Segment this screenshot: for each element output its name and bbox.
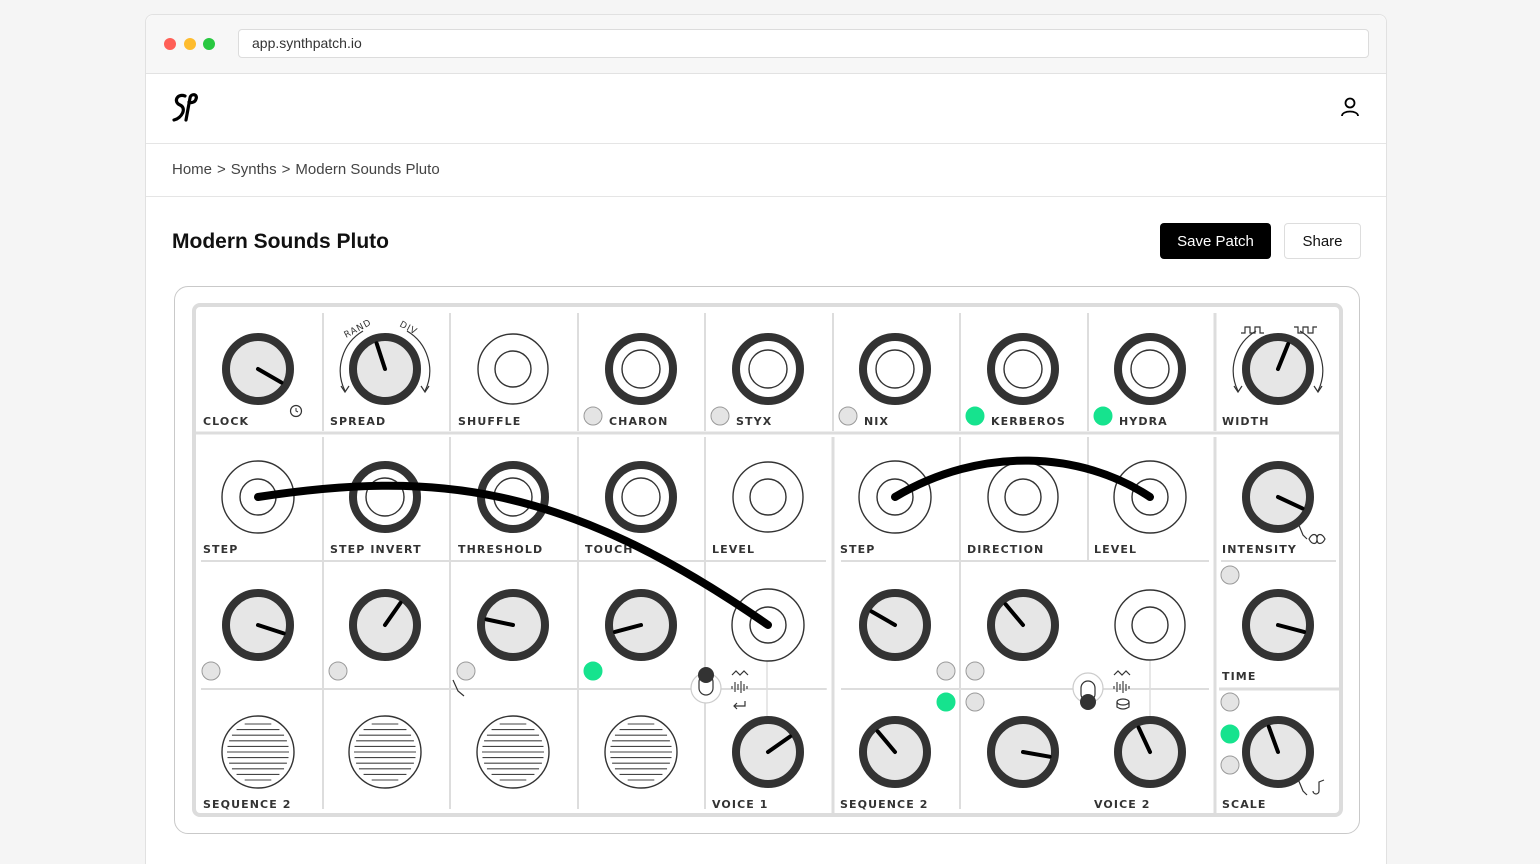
ring-inner [1130,349,1170,389]
step-a-label: STEP [203,543,238,556]
hydra-toggle[interactable] [1093,406,1113,426]
switch-handle[interactable] [698,667,714,683]
charon-label: CHARON [609,415,668,428]
breadcrumb-current: Modern Sounds Pluto [295,161,440,178]
mod-toggle-1[interactable] [201,661,221,681]
browser-window: app.synthpatch.io Home > Synths > Modern Sou… [145,14,1387,864]
scale-toggle-1[interactable] [1220,692,1240,712]
close-window-button[interactable] [164,38,176,50]
breadcrumb-home[interactable]: Home [172,161,212,178]
sequence-a-label: SEQUENCE 2 [203,798,292,811]
shuffle-label: SHUFFLE [458,415,521,428]
styx-label: STYX [736,415,772,428]
direction-label: DIRECTION [967,543,1044,556]
scale-toggle-2[interactable] [1220,724,1240,744]
charon-toggle[interactable] [583,406,603,426]
mod-toggle-3[interactable] [456,661,476,681]
divider [146,196,1386,197]
breadcrumb-separator: > [217,161,226,178]
jack-inner [1131,606,1169,644]
ring-inner [621,477,661,517]
voice-2-label: VOICE 2 [1094,798,1151,811]
save-patch-button[interactable]: Save Patch [1160,223,1271,259]
ring-inner [875,349,915,389]
hydra-label: HYDRA [1119,415,1168,428]
jack-inner [749,478,787,516]
step-b-label: STEP [840,543,875,556]
user-icon[interactable] [1340,96,1360,123]
site-header [146,74,1386,144]
breadcrumb-separator: > [281,161,291,178]
synth-panel-card: CLOCK RAND DIV SPREAD SHUFFLE CHARON STYX NIX KE… [174,286,1360,834]
shuffle-inner [494,350,532,388]
time-toggle[interactable] [1220,565,1240,585]
ring-inner [1003,349,1043,389]
sequence-b-toggle-off[interactable] [965,692,985,712]
sequence-b-toggle-on[interactable] [936,692,956,712]
ring-inner [621,349,661,389]
logo[interactable] [170,90,200,131]
browser-chrome: app.synthpatch.io [146,15,1386,74]
breadcrumb-synths[interactable]: Synths [231,161,277,178]
voice-1-label: VOICE 1 [712,798,769,811]
scale-label: SCALE [1222,798,1267,811]
synth-panel: CLOCKRAND DIVSPREAD SHUFFLE CHARON STYX NIX KE… [192,303,1343,817]
level-a-label: LEVEL [712,543,755,556]
mod-toggle-4[interactable] [583,661,603,681]
spread-label: SPREAD [330,415,386,428]
threshold-label: THRESHOLD [458,543,543,556]
intensity-label: INTENSITY [1222,543,1297,556]
ring-inner [748,349,788,389]
share-button[interactable]: Share [1284,223,1361,259]
step-invert-label: STEP INVERT [330,543,422,556]
styx-toggle[interactable] [710,406,730,426]
level-b-label: LEVEL [1094,543,1137,556]
sequence-b-label: SEQUENCE 2 [840,798,929,811]
jack-inner [1004,478,1042,516]
width-label: WIDTH [1222,415,1270,428]
nix-label: NIX [864,415,889,428]
scale-toggle-3[interactable] [1220,755,1240,775]
breadcrumb: Home > Synths > Modern Sounds Pluto [172,161,445,178]
mod-toggle-2[interactable] [328,661,348,681]
kerberos-toggle[interactable] [965,406,985,426]
time-label: TIME [1222,670,1256,683]
page-title: Modern Sounds Pluto [172,230,389,253]
mod-toggle-5[interactable] [936,661,956,681]
maximize-window-button[interactable] [203,38,215,50]
kerberos-label: KERBEROS [991,415,1066,428]
mod-toggle-6[interactable] [965,661,985,681]
clock-label: CLOCK [203,415,249,428]
address-bar[interactable]: app.synthpatch.io [238,29,1369,58]
switch-handle[interactable] [1080,694,1096,710]
minimize-window-button[interactable] [184,38,196,50]
nix-toggle[interactable] [838,406,858,426]
